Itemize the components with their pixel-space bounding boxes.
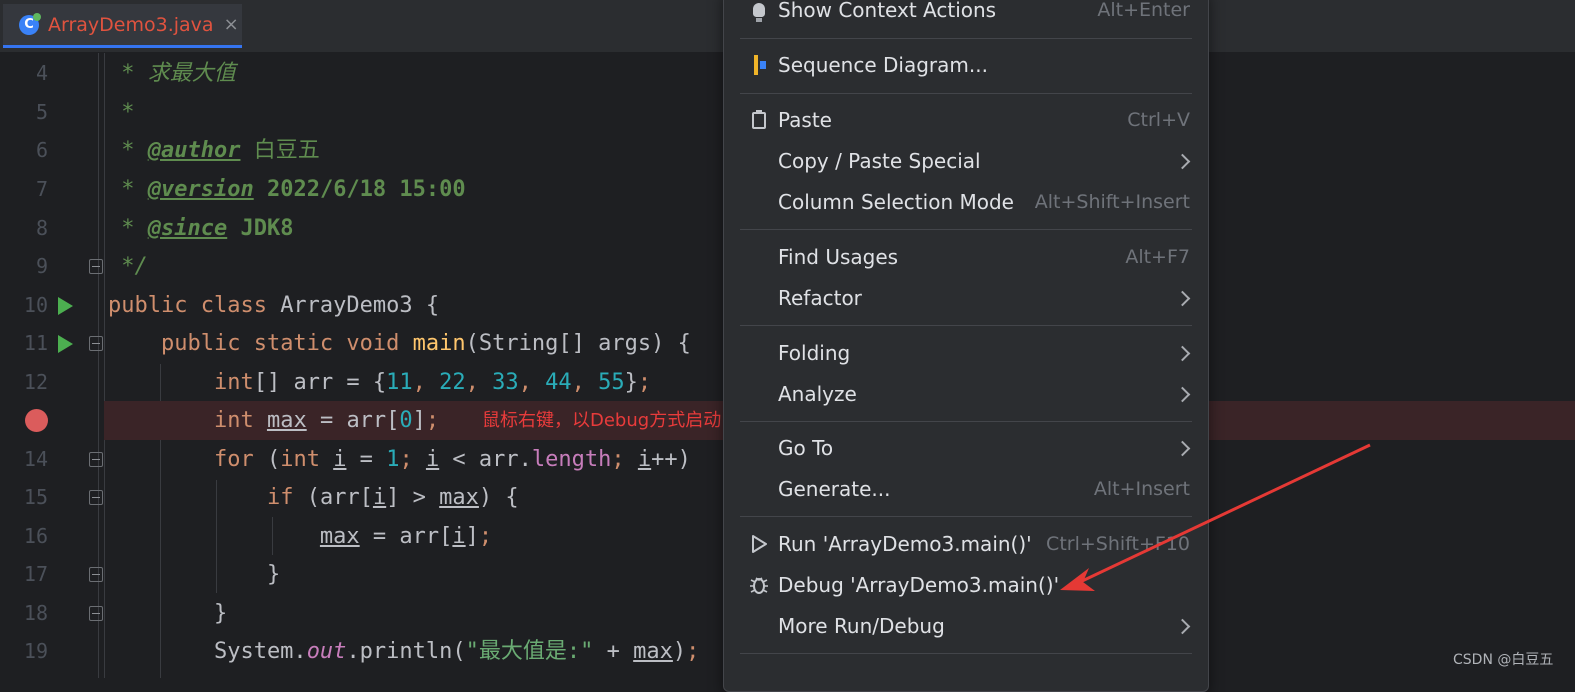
- watermark: CSDN @白豆五: [1453, 652, 1554, 668]
- annotation-arrow: [1060, 443, 1371, 591]
